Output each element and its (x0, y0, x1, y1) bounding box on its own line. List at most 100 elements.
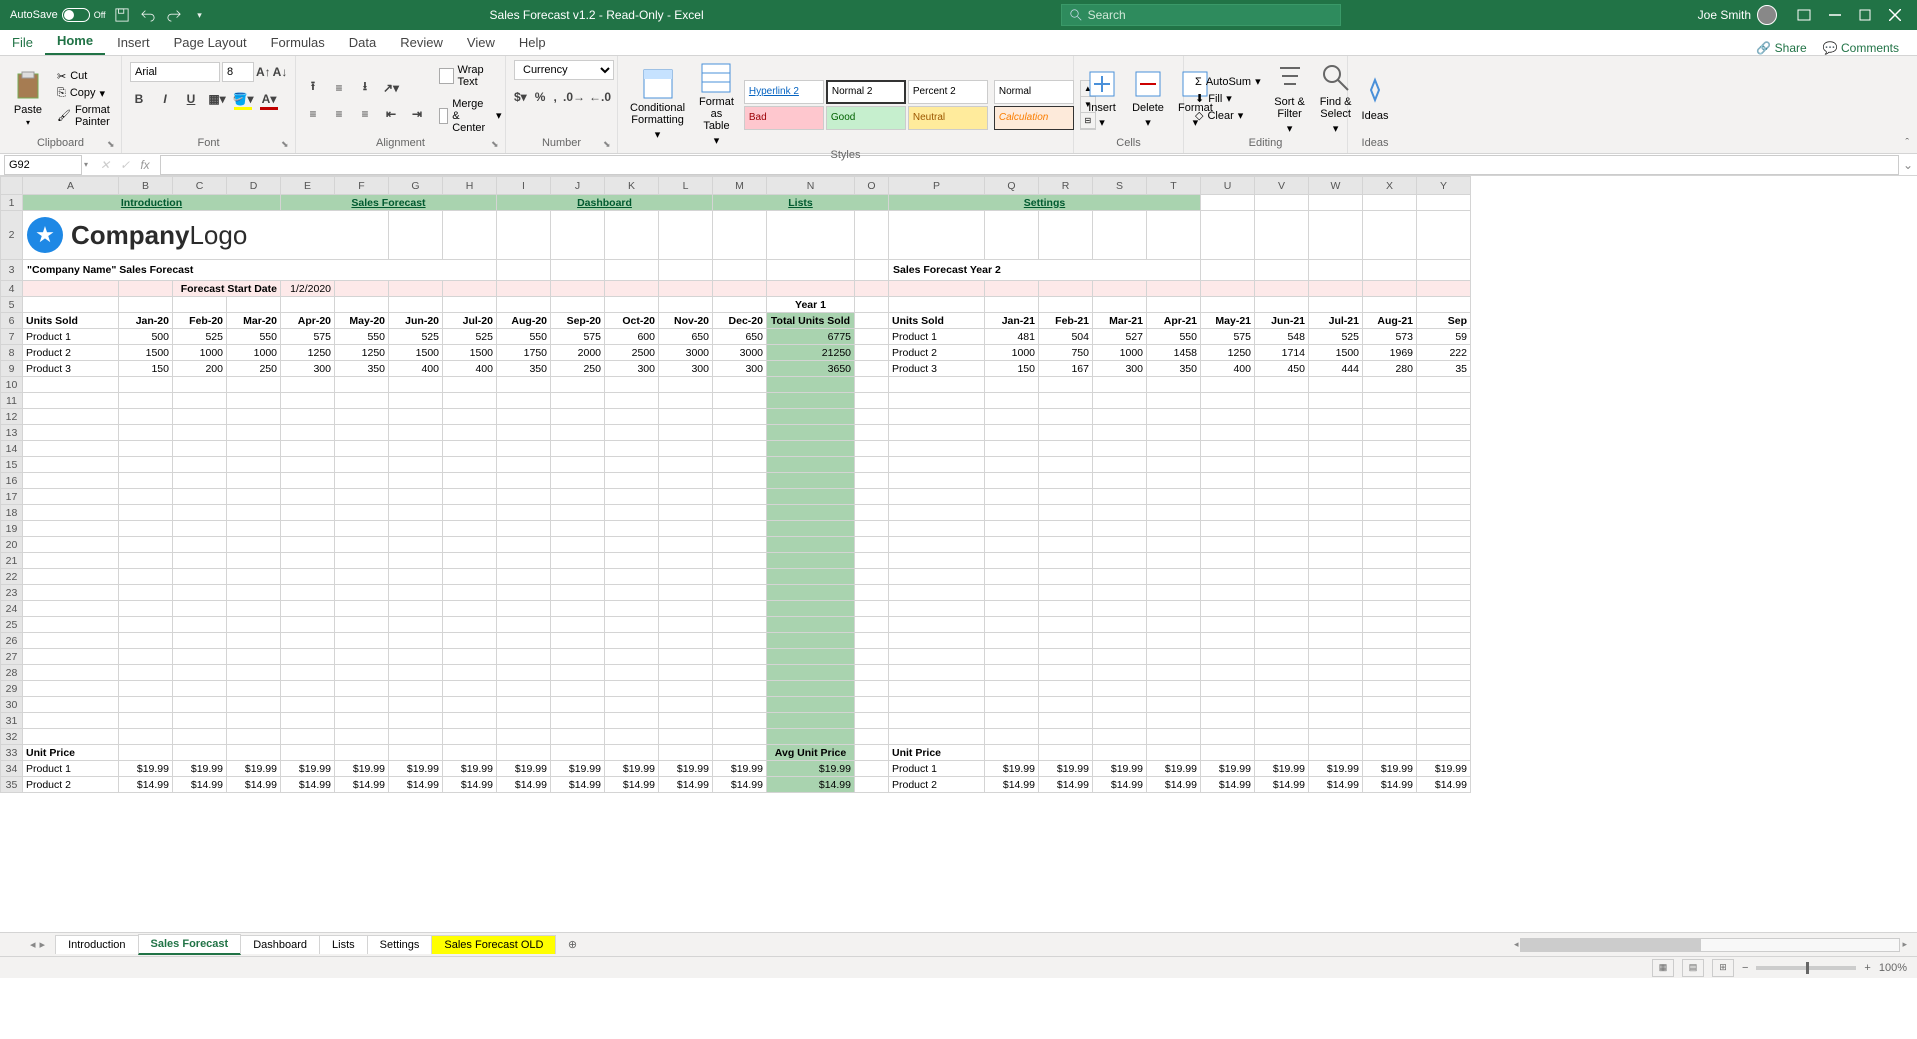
cell[interactable] (659, 297, 713, 313)
cell[interactable] (985, 649, 1039, 665)
month-header[interactable]: Jan-21 (985, 313, 1039, 329)
cell[interactable] (1147, 665, 1201, 681)
cell[interactable] (497, 585, 551, 601)
share-button[interactable]: 🔗 Share (1756, 41, 1806, 55)
cell[interactable] (497, 601, 551, 617)
cell[interactable] (605, 633, 659, 649)
units-value[interactable]: 525 (443, 329, 497, 345)
price-value[interactable]: $14.99 (1093, 777, 1147, 793)
cell[interactable] (605, 729, 659, 745)
cell[interactable] (985, 297, 1039, 313)
cell[interactable] (1309, 697, 1363, 713)
units-value[interactable]: 650 (659, 329, 713, 345)
cell[interactable] (767, 473, 855, 489)
enter-formula-icon[interactable]: ✓ (116, 158, 134, 172)
cell[interactable] (281, 393, 335, 409)
cell[interactable] (389, 553, 443, 569)
row-header[interactable]: 33 (1, 745, 23, 761)
cell[interactable] (551, 489, 605, 505)
price-value[interactable]: $19.99 (281, 761, 335, 777)
cell[interactable] (1309, 489, 1363, 505)
cell[interactable] (23, 457, 119, 473)
cell[interactable] (855, 713, 889, 729)
units-value[interactable]: 400 (1201, 361, 1255, 377)
cell[interactable] (119, 409, 173, 425)
cell[interactable] (985, 569, 1039, 585)
price-value[interactable]: $19.99 (1039, 761, 1093, 777)
spreadsheet-grid[interactable]: ABCDEFGHIJKLMNOPQRSTUVWXY1IntroductionSa… (0, 176, 1917, 932)
cell[interactable] (855, 745, 889, 761)
cell[interactable] (985, 745, 1039, 761)
cell[interactable] (443, 409, 497, 425)
cell[interactable] (1201, 729, 1255, 745)
cell[interactable] (1201, 569, 1255, 585)
cell[interactable] (767, 697, 855, 713)
cell[interactable] (1255, 745, 1309, 761)
cell[interactable] (335, 377, 389, 393)
row-header[interactable]: 19 (1, 521, 23, 537)
col-header[interactable]: C (173, 177, 227, 195)
cell[interactable] (1147, 649, 1201, 665)
nav-settings[interactable]: Settings (889, 195, 1201, 211)
cell[interactable] (1201, 489, 1255, 505)
price-value[interactable]: $14.99 (1039, 777, 1093, 793)
row-header[interactable]: 34 (1, 761, 23, 777)
cell[interactable] (551, 393, 605, 409)
hscroll-left-icon[interactable]: ◂ (1514, 939, 1519, 950)
cell[interactable] (23, 521, 119, 537)
cell[interactable] (1363, 601, 1417, 617)
month-header[interactable]: Aug-21 (1363, 313, 1417, 329)
cell[interactable] (605, 409, 659, 425)
cell[interactable] (1363, 521, 1417, 537)
cell[interactable] (389, 665, 443, 681)
cell[interactable] (389, 409, 443, 425)
cell[interactable] (1255, 553, 1309, 569)
cell[interactable] (389, 473, 443, 489)
cell[interactable] (551, 601, 605, 617)
cell[interactable] (227, 489, 281, 505)
cell[interactable] (335, 553, 389, 569)
cell[interactable] (1309, 601, 1363, 617)
cell[interactable] (119, 553, 173, 569)
cell[interactable] (1255, 297, 1309, 313)
search-box[interactable]: Search (1061, 4, 1341, 26)
cell[interactable] (1417, 489, 1471, 505)
units-value[interactable]: 2000 (551, 345, 605, 361)
cell[interactable] (1039, 489, 1093, 505)
cell[interactable] (1093, 505, 1147, 521)
cell[interactable] (335, 393, 389, 409)
style-calculation[interactable]: Calculation (994, 106, 1074, 130)
cell[interactable] (605, 457, 659, 473)
cell[interactable] (713, 681, 767, 697)
cell[interactable] (605, 713, 659, 729)
cell[interactable] (1201, 473, 1255, 489)
cell[interactable] (1201, 505, 1255, 521)
cell[interactable] (335, 425, 389, 441)
merge-center-button[interactable]: Merge & Center ▾ (436, 97, 505, 135)
units-value[interactable]: 573 (1363, 329, 1417, 345)
cell[interactable] (1201, 441, 1255, 457)
cell[interactable] (173, 489, 227, 505)
month-header[interactable]: Mar-21 (1093, 313, 1147, 329)
cell[interactable] (855, 585, 889, 601)
cell[interactable] (1201, 521, 1255, 537)
cell[interactable] (889, 617, 985, 633)
units-value[interactable]: 450 (1255, 361, 1309, 377)
cell[interactable] (173, 617, 227, 633)
cell[interactable] (1201, 617, 1255, 633)
cell[interactable] (1093, 649, 1147, 665)
cell[interactable] (1255, 281, 1309, 297)
col-header[interactable]: N (767, 177, 855, 195)
units-value[interactable]: 150 (985, 361, 1039, 377)
col-header[interactable]: F (335, 177, 389, 195)
cut-button[interactable]: ✂ Cut (54, 69, 113, 84)
cell[interactable] (889, 729, 985, 745)
cell[interactable] (889, 649, 985, 665)
cell[interactable] (1039, 297, 1093, 313)
cell[interactable] (1417, 211, 1471, 260)
month-header[interactable]: Apr-21 (1147, 313, 1201, 329)
month-header[interactable]: May-21 (1201, 313, 1255, 329)
cell[interactable] (335, 617, 389, 633)
month-header[interactable]: Feb-20 (173, 313, 227, 329)
cell[interactable] (1147, 297, 1201, 313)
